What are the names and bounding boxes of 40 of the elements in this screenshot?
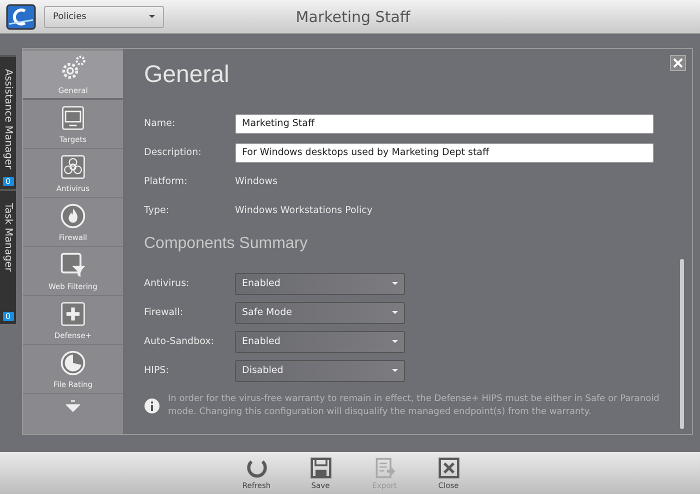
field-label: Description: bbox=[144, 147, 202, 158]
input-field[interactable]: Marketing Staff bbox=[235, 114, 654, 134]
side-tab[interactable]: Assistance Manager 0 bbox=[0, 55, 16, 189]
side-tab-label: Task Manager bbox=[2, 203, 14, 274]
field-label: Name: bbox=[144, 118, 176, 129]
count-badge: 0 bbox=[2, 312, 14, 321]
subsection-heading: Components Summary bbox=[144, 235, 309, 253]
field-label: Auto-Sandbox: bbox=[144, 336, 215, 347]
section-heading: General bbox=[144, 61, 230, 89]
plus-icon bbox=[59, 300, 87, 328]
logo-icon[interactable] bbox=[6, 4, 36, 30]
monitor-icon bbox=[59, 104, 87, 132]
field-label: Type: bbox=[144, 205, 170, 216]
field-label: Platform: bbox=[144, 176, 188, 187]
side-tab[interactable]: Task Manager 0 bbox=[0, 189, 16, 324]
select-dropdown[interactable]: Enabled bbox=[235, 272, 405, 294]
input-field[interactable]: For Windows desktops used by Marketing Dept staff bbox=[235, 142, 654, 162]
field-label: Firewall: bbox=[144, 307, 184, 318]
close-icon bbox=[673, 58, 683, 68]
info-text: In order for the virus-free warranty to remain in effect, the Defense+ HIPS must be either in Safe or Paranoid mode. Changing this configuration will disqualify the managed endpoint(s) from the warranty. bbox=[168, 393, 660, 420]
export-icon bbox=[374, 456, 396, 478]
field-value: Windows bbox=[235, 176, 278, 187]
window-title: Marketing Staff bbox=[296, 8, 410, 26]
save-icon bbox=[310, 456, 332, 478]
select-dropdown[interactable]: Enabled bbox=[235, 330, 405, 352]
more-arrow-icon[interactable] bbox=[66, 400, 80, 412]
flame-icon bbox=[59, 202, 87, 230]
scrollbar[interactable] bbox=[680, 259, 684, 429]
field-label: Antivirus: bbox=[144, 278, 190, 289]
close-button[interactable] bbox=[670, 55, 686, 71]
module-dropdown[interactable]: Policies bbox=[44, 6, 164, 28]
field-label: HIPS: bbox=[144, 365, 170, 376]
count-badge: 0 bbox=[2, 177, 14, 186]
select-dropdown[interactable]: Disabled bbox=[235, 360, 405, 382]
info-icon bbox=[144, 398, 160, 414]
close-icon bbox=[438, 456, 460, 478]
select-dropdown[interactable]: Safe Mode bbox=[235, 302, 405, 324]
filter-icon bbox=[59, 251, 87, 279]
side-tab-label: Assistance Manager bbox=[2, 69, 14, 172]
field-value: Windows Workstations Policy bbox=[235, 205, 374, 216]
